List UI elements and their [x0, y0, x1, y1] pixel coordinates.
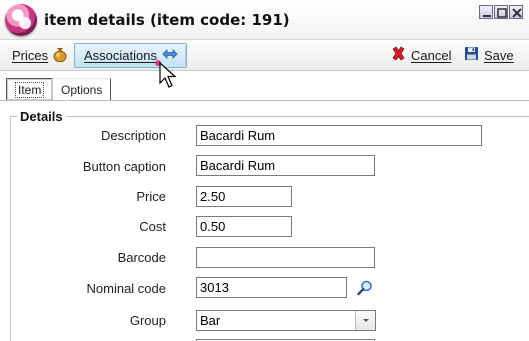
tab-strip-divider	[0, 100, 529, 101]
search-icon[interactable]	[356, 279, 374, 297]
nominal-code-label: Nominal code	[86, 281, 167, 296]
cost-input[interactable]: 0.50	[196, 216, 292, 237]
button-caption-label: Button caption	[82, 159, 166, 174]
tab-item-label: Item	[15, 81, 45, 98]
app-logo-icon	[5, 4, 37, 36]
associations-label: Associations	[84, 48, 157, 63]
nominal-code-input[interactable]: 3013	[196, 277, 347, 298]
button-caption-input[interactable]: Bacardi Rum	[196, 155, 375, 176]
group-label: Group	[129, 313, 166, 328]
floppy-disk-icon	[464, 46, 479, 64]
save-button[interactable]: Save	[464, 40, 514, 70]
close-icon	[512, 8, 522, 18]
maximize-icon	[497, 8, 507, 18]
description-label: Description	[100, 128, 166, 143]
title-bar: item details (item code: 191)	[0, 0, 529, 40]
cancel-x-icon	[391, 46, 406, 64]
minimize-button[interactable]	[479, 5, 493, 19]
description-input[interactable]: Bacardi Rum	[196, 125, 482, 146]
money-bag-icon	[53, 46, 67, 65]
close-button[interactable]	[509, 5, 523, 19]
toolbar-separator	[185, 46, 186, 66]
group-select[interactable]: Bar	[196, 310, 376, 331]
window-title: item details (item code: 191)	[44, 11, 290, 29]
tab-options[interactable]: Options	[52, 78, 112, 100]
maximize-button[interactable]	[494, 5, 508, 19]
tab-item[interactable]: Item	[6, 78, 54, 100]
barcode-input[interactable]	[196, 247, 375, 268]
minimize-icon	[483, 15, 491, 17]
cost-label: Cost	[139, 219, 166, 234]
mouse-cursor-icon	[155, 60, 177, 88]
prices-button[interactable]: Prices	[12, 40, 67, 70]
price-input[interactable]: 2.50	[196, 186, 292, 207]
save-label: Save	[484, 47, 514, 63]
prices-label: Prices	[12, 47, 49, 63]
price-label: Price	[136, 189, 166, 204]
cancel-label: Cancel	[411, 47, 452, 63]
details-legend: Details	[17, 109, 66, 124]
tab-options-label: Options	[61, 82, 103, 97]
toolbar: Prices Associations Cancel Save	[0, 40, 529, 71]
chevron-down-icon[interactable]	[355, 311, 375, 330]
barcode-label: Barcode	[117, 250, 166, 265]
cancel-button[interactable]: Cancel	[391, 40, 451, 70]
